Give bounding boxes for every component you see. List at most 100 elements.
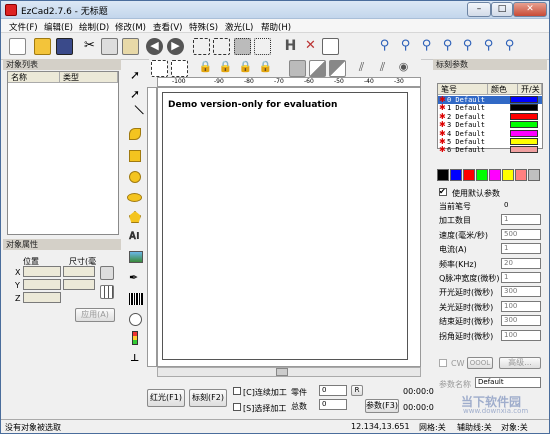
menu-help[interactable]: 帮助(H) (261, 21, 291, 33)
text-icon[interactable]: 𝐀I (129, 231, 140, 242)
zoom-in-icon[interactable]: ⚲ (376, 38, 393, 55)
flip-v-icon[interactable]: ⫽ (374, 60, 391, 77)
param-field[interactable]: 300 (501, 286, 541, 298)
pen-color-swatch[interactable] (510, 112, 538, 120)
pos-z-field[interactable] (23, 292, 61, 303)
paste-icon[interactable] (122, 38, 139, 55)
menu-special[interactable]: 特殊(S) (189, 21, 218, 33)
param-icon[interactable] (322, 38, 339, 55)
palette-swatch[interactable] (437, 169, 449, 181)
drawing-canvas[interactable]: Demo version-only for evaluation (157, 87, 421, 367)
reset-button[interactable]: R (351, 385, 363, 396)
param-field[interactable]: 500 (501, 228, 541, 240)
palette-swatch[interactable] (476, 169, 488, 181)
param-name-field[interactable]: Default (475, 377, 541, 388)
param-field[interactable]: 1 (501, 272, 541, 283)
param-field[interactable]: 100 (501, 300, 541, 312)
red-light-button[interactable]: 红光(F1) (147, 389, 185, 407)
ellipse-icon[interactable] (127, 193, 142, 202)
new-icon[interactable] (9, 38, 26, 55)
palette-swatch[interactable] (450, 169, 462, 181)
color-header[interactable]: 颜色 (488, 84, 518, 95)
lock-icon[interactable] (100, 266, 114, 280)
pen-header[interactable]: 笔号 (438, 84, 488, 95)
param-field[interactable]: 0 (501, 200, 541, 211)
pen-color-swatch[interactable] (510, 146, 538, 154)
pen-color-swatch[interactable] (510, 138, 538, 145)
menu-laser[interactable]: 激光(L) (225, 21, 253, 33)
rotate-icon[interactable] (329, 60, 346, 77)
param-field[interactable]: 1 (501, 214, 541, 226)
mirror-h-icon[interactable] (289, 60, 306, 77)
param-field[interactable]: 1 (501, 243, 541, 255)
pen-row[interactable]: ✱ 6 Default (438, 145, 542, 154)
motion-icon[interactable]: ⊥ (130, 353, 139, 364)
menu-file[interactable]: 文件(F) (9, 21, 38, 33)
apply-button[interactable]: 应用(A) (75, 308, 115, 322)
pen-row[interactable]: ✱ 0 Default (438, 95, 542, 104)
group-icon[interactable] (234, 38, 251, 55)
pen-color-swatch[interactable] (510, 104, 538, 112)
object-list[interactable]: 名称 类型 (7, 71, 119, 235)
param-field[interactable]: 100 (501, 329, 541, 341)
select-node-icon[interactable] (193, 38, 210, 55)
palette-swatch[interactable] (502, 169, 514, 181)
zoom-fit-icon[interactable]: ⚲ (501, 38, 518, 55)
params-button[interactable]: 参数(F3) (365, 399, 399, 413)
bitmap-icon[interactable] (129, 251, 143, 263)
total-field[interactable]: 0 (319, 399, 347, 410)
copy-icon[interactable] (101, 38, 118, 55)
hatch-icon[interactable]: H (282, 38, 299, 55)
cool-button[interactable]: OOOL (467, 357, 493, 369)
align-center-icon[interactable] (171, 60, 188, 77)
lock-obj-icon[interactable]: 🔒 (197, 60, 214, 77)
redo-icon[interactable]: ▶ (167, 38, 184, 55)
mark-button[interactable]: 标刻(F2) (189, 389, 227, 407)
menu-view[interactable]: 查看(V) (153, 21, 182, 33)
shear-icon[interactable] (309, 60, 326, 77)
open-icon[interactable] (34, 38, 51, 55)
col-name-header[interactable]: 名称 (8, 72, 60, 83)
select-proc-checkbox[interactable] (233, 403, 241, 411)
eye-icon[interactable]: ◉ (395, 60, 412, 77)
zoom-all-icon[interactable]: ⚲ (439, 38, 456, 55)
pen-row[interactable]: ✱ 1 Default (438, 103, 542, 112)
onoff-header[interactable]: 开/关 (518, 84, 542, 95)
palette-swatch[interactable] (515, 169, 527, 181)
curve-icon[interactable] (129, 128, 141, 140)
unlock-obj-icon[interactable]: 🔒 (217, 60, 234, 77)
close-button[interactable]: ✕ (513, 2, 547, 17)
clock-icon[interactable] (129, 313, 142, 326)
align-icon[interactable] (151, 60, 168, 77)
scroll-thumb[interactable] (276, 368, 288, 376)
horizontal-scrollbar[interactable] (157, 367, 421, 377)
size-y-field[interactable] (63, 279, 95, 290)
menu-draw[interactable]: 绘制(D) (79, 21, 109, 33)
param-field[interactable]: 20 (501, 257, 541, 269)
flip-h-icon[interactable]: ⫽ (353, 60, 370, 77)
pen-color-swatch[interactable] (510, 121, 538, 129)
node-edit-icon[interactable]: ➚ (130, 87, 140, 101)
part-field[interactable]: 0 (319, 385, 347, 396)
tools-icon[interactable]: ✕ (302, 38, 319, 55)
menu-modify[interactable]: 修改(M) (115, 21, 146, 33)
zoom-selected-icon[interactable]: ⚲ (459, 38, 476, 55)
rectangle-icon[interactable] (129, 150, 141, 162)
pen-row[interactable]: ✱ 4 Default (438, 129, 542, 138)
size-x-field[interactable] (63, 266, 95, 277)
zoom-out-icon[interactable]: ⚲ (397, 38, 414, 55)
pan-icon[interactable]: ⚲ (480, 38, 497, 55)
zoom-window-icon[interactable]: ⚲ (418, 38, 435, 55)
menu-edit[interactable]: 编辑(E) (44, 21, 73, 33)
palette-swatch[interactable] (489, 169, 501, 181)
lock-all-icon[interactable]: 🔒 (237, 60, 254, 77)
undo-icon[interactable]: ◀ (146, 38, 163, 55)
circle-icon[interactable] (129, 171, 141, 183)
cw-checkbox[interactable] (439, 359, 447, 367)
ungroup-icon[interactable] (254, 38, 271, 55)
pos-x-field[interactable] (23, 266, 61, 277)
line-icon[interactable] (128, 105, 144, 121)
pen-color-swatch[interactable] (510, 129, 538, 137)
palette-swatch[interactable] (528, 169, 540, 181)
save-icon[interactable] (56, 38, 73, 55)
